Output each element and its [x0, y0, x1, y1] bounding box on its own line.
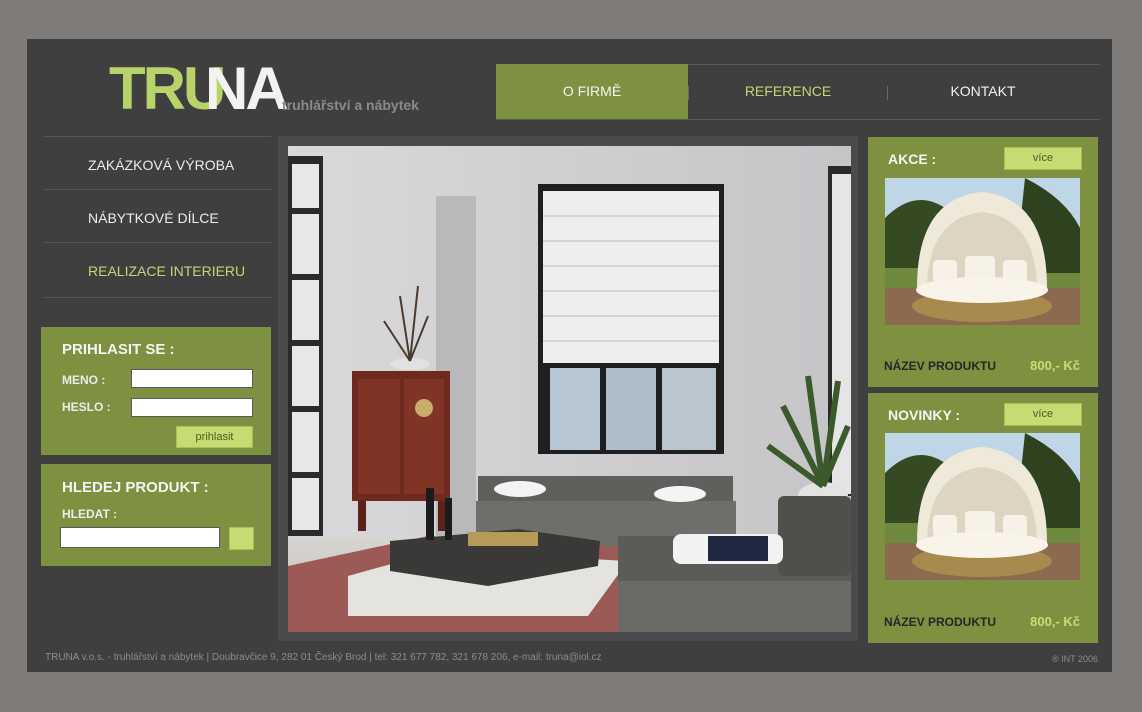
novinky-product-price: 800,- Kč [1030, 614, 1080, 629]
novinky-box: NOVINKY : více NÁZEV PRODUKTU 800,- Kč [868, 393, 1098, 643]
menu-item-nabytkove-dilce[interactable]: NÁBYTKOVÉ DÍLCE [43, 189, 271, 242]
akce-more-button[interactable]: více [1004, 147, 1082, 170]
password-label: HESLO : [62, 400, 111, 414]
search-input[interactable] [60, 527, 220, 548]
akce-product-price: 800,- Kč [1030, 358, 1080, 373]
search-title: HLEDEJ PRODUKT : [62, 479, 209, 496]
topnav-line-bottom [496, 119, 1100, 120]
menu-item-realizace-interieru[interactable]: REALIZACE INTERIERU [43, 242, 271, 298]
logo-part-2: NA [205, 55, 289, 122]
search-box: HLEDEJ PRODUKT : HLEDAT : [41, 464, 271, 566]
top-navigation: O FIRMĚ REFERENCE KONTAKT [496, 64, 1100, 119]
left-menu: ZAKÁZKOVÁ VÝROBA NÁBYTKOVÉ DÍLCE REALIZA… [43, 136, 271, 298]
novinky-product-image[interactable] [885, 433, 1080, 580]
novinky-title: NOVINKY : [888, 407, 961, 423]
username-label: MENO : [62, 373, 106, 387]
novinky-more-button[interactable]: více [1004, 403, 1082, 426]
login-title: PRIHLASIT SE : [62, 341, 175, 358]
hero-image-frame [278, 136, 858, 641]
username-input[interactable] [131, 369, 253, 388]
interior-photo [288, 146, 851, 632]
footer-contact: TRUNA v.o.s. - truhlářství a nábytek | D… [45, 652, 602, 663]
password-input[interactable] [131, 398, 253, 417]
menu-item-zakazkova-vyroba[interactable]: ZAKÁZKOVÁ VÝROBA [43, 136, 271, 189]
logo-tagline: truhlářství a nábytek [282, 97, 419, 113]
footer-copyright: ® INT 2006 [1052, 654, 1098, 664]
search-label: HLEDAT : [62, 507, 118, 521]
novinky-product-name[interactable]: NÁZEV PRODUKTU [884, 615, 996, 629]
search-button[interactable] [229, 527, 254, 550]
akce-product-image[interactable] [885, 178, 1080, 325]
nav-o-firme[interactable]: O FIRMĚ [496, 64, 688, 119]
login-box: PRIHLASIT SE : MENO : HESLO : prihlasit [41, 327, 271, 455]
site-frame: TRU NA truhlářství a nábytek O FIRMĚ REF… [27, 39, 1112, 672]
akce-title: AKCE : [888, 151, 937, 167]
nav-reference[interactable]: REFERENCE [689, 64, 887, 119]
nav-kontakt[interactable]: KONTAKT [888, 64, 1078, 119]
login-button[interactable]: prihlasit [176, 426, 253, 448]
akce-product-name[interactable]: NÁZEV PRODUKTU [884, 359, 996, 373]
akce-box: AKCE : více NÁZEV PRODUKTU 800,- Kč [868, 137, 1098, 387]
